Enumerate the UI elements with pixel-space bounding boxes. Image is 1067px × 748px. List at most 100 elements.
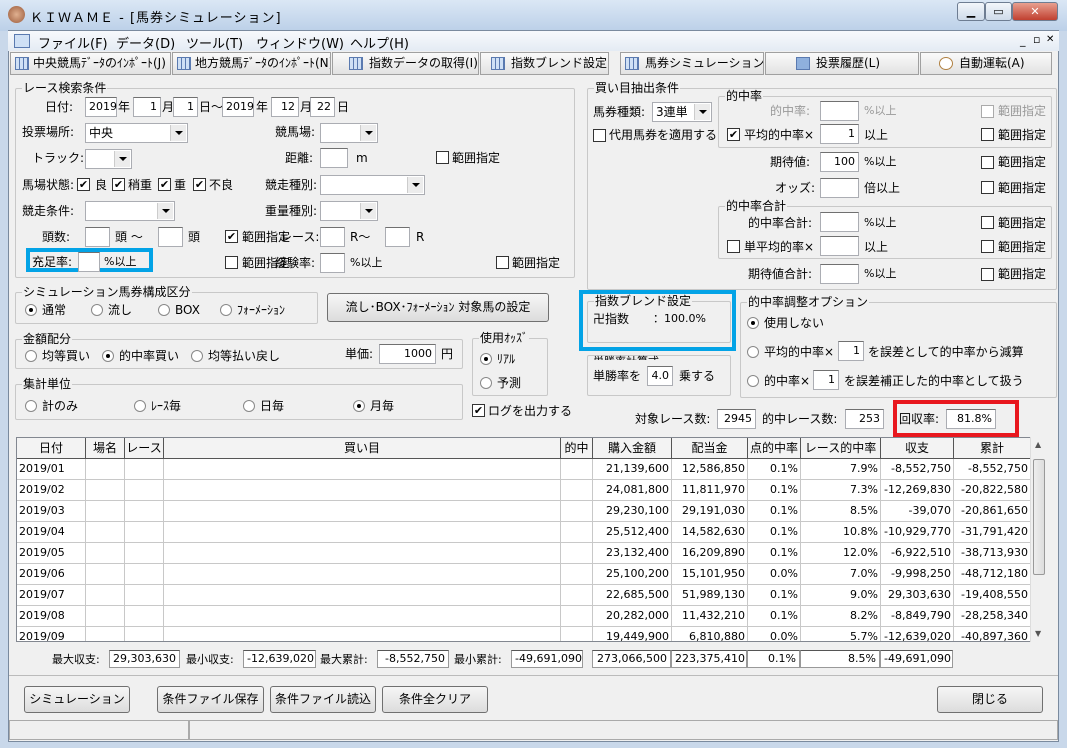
- race-kind-select[interactable]: [320, 175, 425, 195]
- column-header[interactable]: 買い目: [164, 438, 561, 459]
- money-allocation-radio-2[interactable]: [191, 350, 203, 362]
- end-month-input[interactable]: 12: [271, 97, 299, 117]
- target-horse-settings-button[interactable]: 流し･BOX･ﾌｫｰﾒｰｼｮﾝ 対象馬の設定: [327, 293, 549, 322]
- experience-rate-input[interactable]: [320, 253, 345, 273]
- aggregation-radio-1[interactable]: [134, 400, 146, 412]
- start-year-input[interactable]: 2019: [85, 97, 117, 117]
- course-select[interactable]: [320, 123, 378, 143]
- condition-slightly-heavy-checkbox[interactable]: ✔: [112, 178, 125, 191]
- single-avg-input[interactable]: [820, 236, 859, 256]
- odds-input[interactable]: [820, 178, 859, 198]
- fill-range-checkbox[interactable]: [225, 256, 238, 269]
- menu-data[interactable]: データ(D): [116, 33, 175, 52]
- column-header[interactable]: レース的中率: [801, 438, 881, 459]
- save-conditions-button[interactable]: 条件ファイル保存: [157, 686, 264, 713]
- distance-range-checkbox[interactable]: [436, 151, 449, 164]
- minimize-button[interactable]: ▁: [957, 2, 985, 21]
- get-index-button[interactable]: 指数データの取得(I): [332, 52, 479, 75]
- expected-value-input[interactable]: 100: [820, 152, 859, 172]
- mdi-close-button[interactable]: ✕: [1046, 34, 1054, 45]
- column-header[interactable]: 累計: [954, 438, 1031, 459]
- adjust-none-radio[interactable]: [747, 317, 759, 329]
- odds-range-checkbox[interactable]: [981, 181, 994, 194]
- maximize-button[interactable]: ▭: [985, 2, 1012, 21]
- sim-type-radio-2[interactable]: [158, 304, 170, 316]
- column-header[interactable]: 配当金: [672, 438, 748, 459]
- column-header[interactable]: 収支: [881, 438, 954, 459]
- import-local-button[interactable]: 地方競馬ﾃﾞｰﾀのｲﾝﾎﾟｰﾄ(N): [172, 52, 331, 75]
- index-blend-button[interactable]: 指数ブレンド設定(M): [480, 52, 609, 75]
- menu-tools[interactable]: ツール(T): [186, 33, 243, 52]
- adjust-subtract-input[interactable]: 1: [838, 341, 864, 361]
- adjust-correct-input[interactable]: 1: [813, 370, 839, 390]
- vote-history-button[interactable]: 投票履歴(L): [765, 52, 919, 75]
- hit-rate-input[interactable]: [820, 101, 859, 121]
- experience-range-checkbox[interactable]: [496, 256, 509, 269]
- import-central-button[interactable]: 中央競馬ﾃﾞｰﾀのｲﾝﾎﾟｰﾄ(J): [10, 52, 171, 75]
- start-day-input[interactable]: 1: [173, 97, 198, 117]
- condition-bad-checkbox[interactable]: ✔: [193, 178, 206, 191]
- scroll-down-icon[interactable]: ▼: [1035, 629, 1041, 638]
- race-condition-select[interactable]: [85, 201, 175, 221]
- place-select[interactable]: 中央: [85, 123, 188, 143]
- end-day-input[interactable]: 22: [310, 97, 335, 117]
- ticket-type-select[interactable]: 3連単: [652, 102, 712, 122]
- scroll-up-icon[interactable]: ▲: [1035, 440, 1041, 449]
- avg-hit-checkbox[interactable]: ✔: [727, 128, 740, 141]
- column-header[interactable]: 購入金額: [593, 438, 672, 459]
- menu-help[interactable]: ヘルプ(H): [350, 33, 409, 52]
- ev-total-range-checkbox[interactable]: [981, 268, 994, 281]
- auto-run-button[interactable]: 自動運転(A): [920, 52, 1052, 75]
- odds-source-radio-0[interactable]: [480, 353, 492, 365]
- ticket-simulation-button[interactable]: 馬券シミュレーション(B): [620, 52, 764, 75]
- start-month-input[interactable]: 1: [133, 97, 161, 117]
- odds-source-radio-1[interactable]: [480, 377, 492, 389]
- heads-max-input[interactable]: [158, 227, 183, 247]
- heads-range-checkbox[interactable]: ✔: [225, 230, 238, 243]
- output-log-checkbox[interactable]: ✔: [472, 404, 485, 417]
- column-header[interactable]: 的中: [561, 438, 593, 459]
- column-header[interactable]: レース: [125, 438, 164, 459]
- mdi-restore-button[interactable]: ▫: [1033, 33, 1040, 46]
- unit-price-input[interactable]: 1000: [379, 344, 436, 364]
- ev-total-input[interactable]: [820, 264, 859, 284]
- vertical-scrollbar[interactable]: ▲ ▼: [1030, 437, 1047, 642]
- money-allocation-radio-1[interactable]: [102, 350, 114, 362]
- track-select[interactable]: [85, 149, 132, 169]
- adjust-correct-radio[interactable]: [747, 375, 759, 387]
- avg-hit-range-checkbox[interactable]: [981, 128, 994, 141]
- menu-file[interactable]: ファイル(F): [38, 33, 108, 52]
- adjust-subtract-radio[interactable]: [747, 346, 759, 358]
- sim-type-radio-1[interactable]: [91, 304, 103, 316]
- race-min-input[interactable]: [320, 227, 345, 247]
- ev-range-checkbox[interactable]: [981, 156, 994, 169]
- money-allocation-radio-0[interactable]: [25, 350, 37, 362]
- heads-min-input[interactable]: [85, 227, 110, 247]
- weight-kind-select[interactable]: [320, 201, 378, 221]
- close-window-button[interactable]: ✕: [1012, 2, 1058, 21]
- avg-hit-input[interactable]: 1: [820, 124, 859, 144]
- mdi-minimize-button[interactable]: _: [1020, 34, 1026, 47]
- column-header[interactable]: 場名: [86, 438, 125, 459]
- scroll-thumb[interactable]: [1033, 459, 1045, 575]
- column-header[interactable]: 点的中率: [748, 438, 801, 459]
- hit-total-input[interactable]: [820, 212, 859, 232]
- single-avg-checkbox[interactable]: [727, 240, 740, 253]
- simulate-button[interactable]: シミュレーション: [24, 686, 130, 713]
- sim-type-radio-3[interactable]: [220, 304, 232, 316]
- hit-total-range-checkbox[interactable]: [981, 216, 994, 229]
- aggregation-radio-0[interactable]: [25, 400, 37, 412]
- clear-conditions-button[interactable]: 条件全クリア: [382, 686, 488, 713]
- condition-heavy-checkbox[interactable]: ✔: [158, 178, 171, 191]
- substitute-ticket-checkbox[interactable]: [593, 129, 606, 142]
- load-conditions-button[interactable]: 条件ファイル読込: [270, 686, 376, 713]
- distance-input[interactable]: [320, 148, 348, 168]
- race-max-input[interactable]: [385, 227, 410, 247]
- single-avg-range-checkbox[interactable]: [981, 240, 994, 253]
- menu-window[interactable]: ウィンドウ(W): [256, 33, 344, 52]
- aggregation-radio-3[interactable]: [353, 400, 365, 412]
- end-year-input[interactable]: 2019: [222, 97, 254, 117]
- aggregation-radio-2[interactable]: [243, 400, 255, 412]
- sim-type-radio-0[interactable]: [25, 304, 37, 316]
- fill-rate-input[interactable]: [78, 252, 100, 272]
